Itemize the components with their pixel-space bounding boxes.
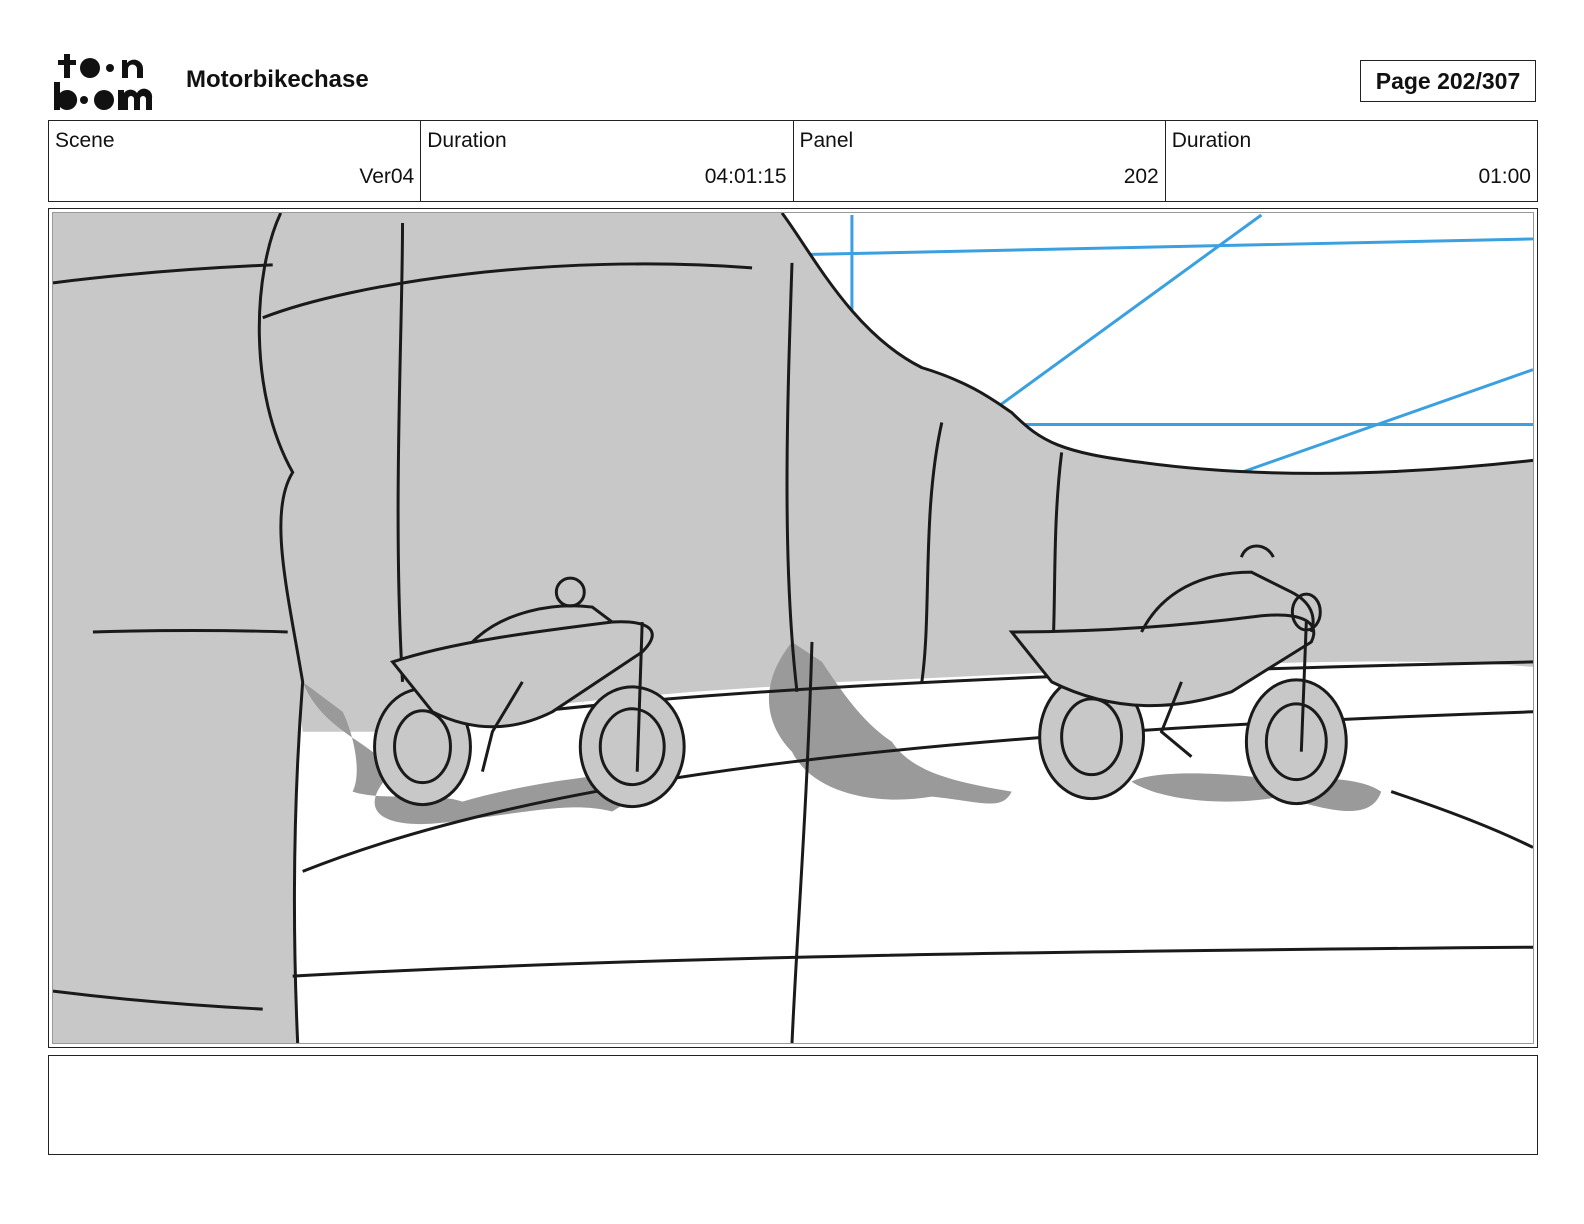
- scene-duration-value: 04:01:15: [704, 165, 787, 188]
- scene-duration-cell: Duration 04:01:15: [421, 121, 794, 201]
- panel-duration-value: 01:00: [1478, 165, 1531, 188]
- page-indicator: Page 202/307: [1360, 60, 1536, 102]
- toonboom-logo: [52, 50, 164, 112]
- sketch-drawing: [53, 213, 1533, 1043]
- panel-label: Panel: [799, 129, 854, 152]
- scene-value: Ver04: [359, 165, 415, 188]
- panel-cell: Panel 202: [794, 121, 1166, 201]
- scene-cell: Scene Ver04: [49, 121, 422, 201]
- panel-value: 202: [1123, 165, 1159, 188]
- panel-info-table: Scene Ver04 Duration 04:01:15 Panel 202 …: [48, 120, 1538, 202]
- panel-notes-box: [48, 1055, 1538, 1155]
- storyboard-frame: [48, 208, 1538, 1048]
- scene-label: Scene: [55, 129, 115, 152]
- page-indicator-label: Page 202/307: [1375, 67, 1521, 94]
- panel-duration-cell: Duration 01:00: [1166, 121, 1537, 201]
- panel-duration-label: Duration: [1171, 129, 1252, 152]
- project-title: Motorbikechase: [186, 66, 369, 93]
- storyboard-sketch-image: [52, 212, 1534, 1044]
- scene-duration-label: Duration: [427, 129, 507, 152]
